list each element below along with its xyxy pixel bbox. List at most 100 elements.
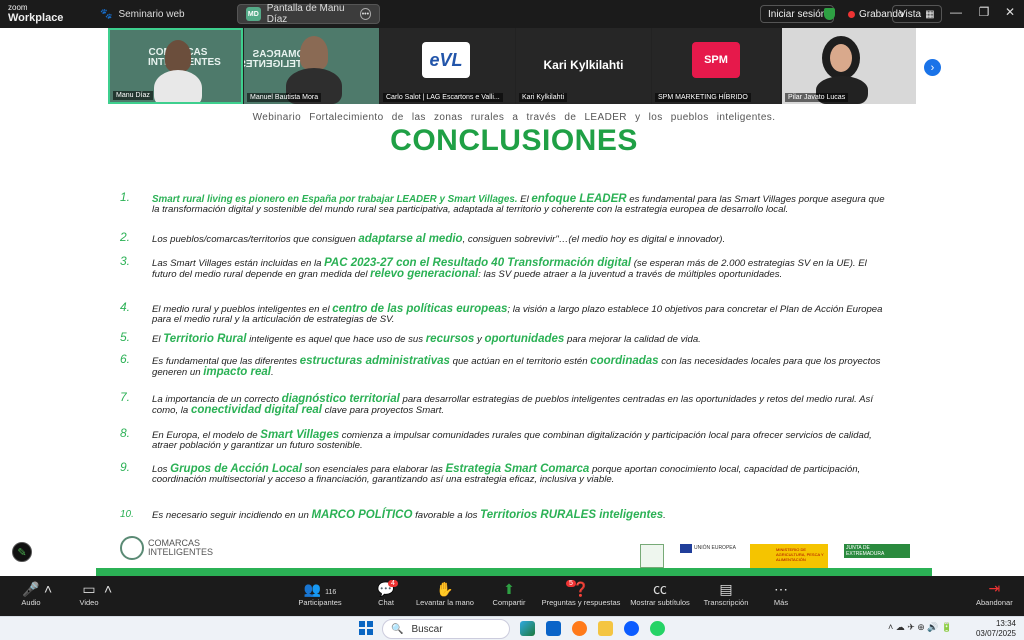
highlight-text: Smart rural living es pionero en España … [152, 194, 518, 205]
spm-logo: SPM [692, 42, 740, 78]
video-tile-manuel-bautista[interactable]: COMARCAS INTELIGENTES Manuel Bautista Mo… [244, 28, 379, 104]
edge-icon[interactable] [520, 621, 535, 636]
conclusion-number: 6. [120, 352, 131, 366]
body-text: La importancia de un correcto [152, 394, 282, 405]
body-text: . [663, 510, 666, 521]
highlight-text: Territorios RURALES inteligentes [480, 509, 664, 521]
body-text: . [270, 367, 274, 379]
leave-button[interactable]: ⇥ Abandonar [976, 580, 1013, 607]
video-tile-carlo-salot[interactable]: eVL Carlo Salot | LAG Escartons e Valli.… [380, 28, 515, 104]
more-button[interactable]: ⋯ Más [766, 580, 796, 607]
highlight-text: coordinadas [590, 355, 659, 367]
body-text: El [152, 334, 164, 345]
presentation-slide: Webinario Fortalecimiento de las zonas r… [96, 108, 932, 576]
body-text: Los pueblos/comarcas/territorios que con… [152, 234, 359, 245]
tab-webinar[interactable]: 🐾 Seminario web [92, 4, 232, 24]
body-text: son esenciales para elaborar las [302, 464, 446, 475]
highlight-text: Smart Villages [260, 429, 340, 441]
outlook-icon[interactable] [546, 621, 561, 636]
people-icon: 👥 116 [303, 581, 337, 597]
subtitles-button[interactable]: ㏄ Mostrar subtítulos [628, 580, 692, 607]
close-icon[interactable]: ✕ [1002, 5, 1018, 19]
body-text: El [517, 194, 532, 205]
body-text: El medio rural y pueblos inteligentes en… [152, 304, 333, 315]
body-text: : las SV puede atraer a la juventud a tr… [478, 269, 783, 281]
highlight-text: recursos [425, 333, 475, 345]
firefox-icon[interactable] [572, 621, 587, 636]
body-text: y [474, 334, 485, 345]
video-button[interactable]: ▭ Video [74, 580, 104, 607]
highlight-text: Grupos de Acción Local [170, 463, 302, 475]
whatsapp-icon[interactable] [650, 621, 665, 636]
video-tile-manu-diaz[interactable]: COMARCAS INTELIGENTES Manu Díaz [108, 28, 243, 104]
conclusion-item: 6. Es fundamental que las diferentes estr… [120, 353, 892, 379]
highlight-text: adaptarse al medio [358, 233, 463, 245]
windows-start-icon[interactable] [359, 621, 373, 635]
shared-screen: COMARCAS INTELIGENTES Manu Díaz COMARCAS… [0, 28, 1024, 576]
restore-icon[interactable]: ❐ [976, 5, 992, 19]
slide-green-bar [96, 568, 932, 576]
system-tray[interactable]: ˄ ☁ ✈ ⊕ 🔊 🔋 [888, 622, 952, 633]
evl-logo: eVL [422, 42, 470, 78]
shield-icon[interactable] [824, 8, 835, 20]
body-text: Las Smart Villages están incluidas en la [152, 258, 325, 269]
conclusion-item: 7. La importancia de un correcto diagnós… [120, 391, 892, 417]
conclusion-item: 2. Los pueblos/comarcas/territorios que c… [120, 231, 892, 245]
search-icon: 🔍 [391, 623, 404, 635]
audio-button[interactable]: 🎤 Audio [16, 580, 46, 607]
tab-screen-share[interactable]: MD Pantalla de Manu Díaz ••• [237, 3, 380, 25]
taskbar-search[interactable]: 🔍 Buscar [382, 619, 510, 639]
ellipsis-icon: ⋯ [774, 581, 788, 597]
conclusion-number: 4. [120, 300, 131, 314]
highlight-text: relevo generacional [370, 268, 479, 281]
audio-options-chevron-icon[interactable]: ˄ [44, 580, 52, 598]
conclusion-number: 9. [120, 460, 131, 474]
body-text: para mejorar la calidad de vida. [564, 334, 701, 345]
slide-title: CONCLUSIONES [390, 124, 638, 157]
exit-icon: ⇥ [988, 580, 1001, 596]
video-tile-spm-marketing[interactable]: SPM SPM MARKETING HÍBRIDO [652, 28, 780, 104]
record-dot-icon [848, 10, 855, 18]
transcription-button[interactable]: ▤ Transcripción [700, 580, 752, 607]
share-button[interactable]: ⬆ Compartir [488, 580, 530, 607]
minimize-icon[interactable]: — [948, 5, 964, 19]
raise-hand-button[interactable]: ✋ Levantar la mano [414, 580, 476, 607]
file-explorer-icon[interactable] [598, 621, 613, 636]
mic-muted-icon: 🎤 [22, 581, 40, 597]
clock[interactable]: 13:34 03/07/2025 [968, 619, 1016, 639]
body-text: En Europa, el modelo de [152, 430, 261, 441]
conclusion-number: 2. [120, 230, 131, 244]
annotate-icon[interactable]: ✎ [12, 542, 32, 562]
grid-icon: ▦ [925, 8, 935, 20]
conclusion-number: 1. [120, 190, 131, 204]
view-button[interactable]: Vista ▦ [892, 5, 942, 23]
conclusion-item: 10. Es necesario seguir incidiendo en un … [120, 509, 892, 521]
video-tile-pilar-javato[interactable]: Pilar Javato Lucas [782, 28, 916, 104]
brain-icon [120, 536, 144, 560]
participants-button[interactable]: 👥 116 Participantes [292, 580, 348, 607]
transcript-icon: ▤ [719, 581, 733, 597]
conclusion-item: 3. Las Smart Villages están incluidas en … [120, 255, 892, 281]
qa-button[interactable]: ❓ Preguntas y respuestas 5 [540, 580, 622, 607]
video-tile-kari-kylkilahti[interactable]: Kari Kylkilahti Kari Kylkilahti [516, 28, 651, 104]
share-arrow-icon: ⬆ [503, 581, 515, 597]
video-options-chevron-icon[interactable]: ˄ [104, 580, 112, 598]
conclusion-item: 5. El Territorio Rural inteligente es aqu… [120, 331, 892, 345]
highlight-text: estructuras administrativas [299, 355, 450, 367]
conclusion-item: 8. En Europa, el modelo de Smart Villages… [120, 427, 892, 452]
eu-logo: UNIÓN EUROPEA [680, 544, 738, 568]
next-participants-button[interactable]: › [924, 59, 941, 76]
chat-button[interactable]: 💬 Chat 4 [372, 580, 400, 607]
conclusion-number: 7. [120, 390, 131, 404]
camera-icon: ▭ [82, 581, 96, 597]
conclusion-number: 8. [120, 426, 131, 440]
more-options-icon[interactable]: ••• [359, 8, 371, 20]
body-text: Los [152, 464, 171, 475]
zoom-icon[interactable] [624, 621, 639, 636]
body-text: inteligente es aquel que hace uso de sus [246, 334, 426, 345]
qa-icon: ❓ [572, 581, 590, 597]
comarcas-inteligentes-logo: COMARCAS INTELIGENTES [120, 536, 228, 560]
conclusion-item: 1. Smart rural living es pionero en Españ… [120, 191, 892, 216]
windows-taskbar: 🔍 Buscar ˄ ☁ ✈ ⊕ 🔊 🔋 13:34 03/07/2025 [0, 616, 1024, 640]
qa-badge: 5 [566, 580, 576, 587]
